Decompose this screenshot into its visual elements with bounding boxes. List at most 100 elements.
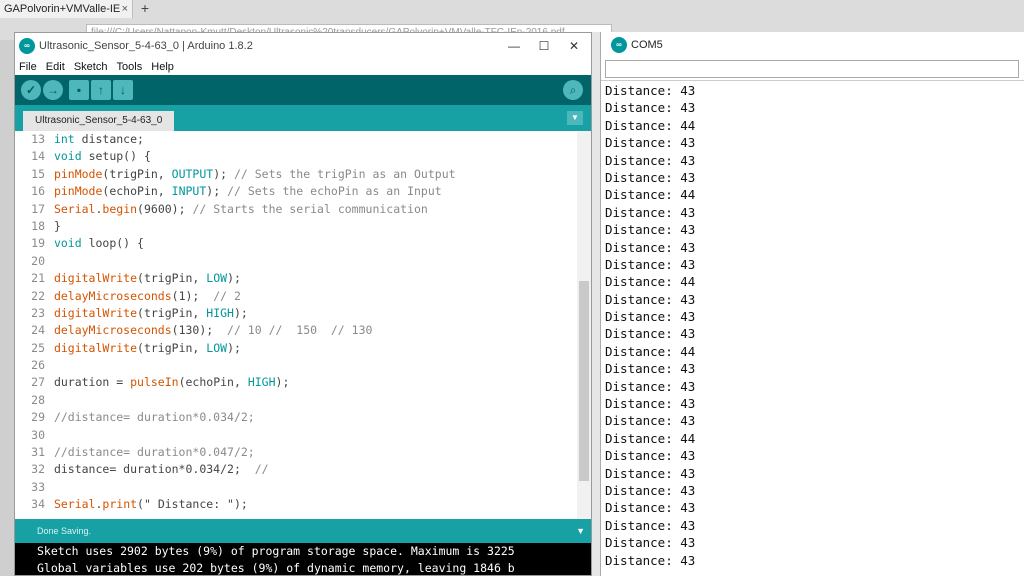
serial-line: Distance: 43 (605, 83, 696, 98)
code-token: // (254, 462, 269, 477)
line-number: 26 (31, 358, 45, 373)
serial-line: Distance: 43 (605, 291, 696, 307)
browser-tab[interactable]: GAPolvorin+VMValle-IE × (0, 0, 133, 18)
menu-tools[interactable]: Tools (117, 59, 143, 75)
code-token: //distance= duration*0.034/2; (53, 410, 255, 425)
code-line[interactable]: 20 (15, 253, 577, 270)
code-token: // Sets the echoPin as an Input (227, 184, 442, 199)
menu-file[interactable]: File (19, 59, 37, 75)
tab-sketch[interactable]: Ultrasonic_Sensor_5-4-63_0 (23, 111, 175, 131)
code-line[interactable]: 27 duration = pulseIn(echoPin, HIGH); (15, 374, 577, 391)
code-token: void (53, 236, 82, 251)
code-line[interactable]: 17 Serial.begin(9600); // Starts the ser… (15, 201, 577, 218)
scrollbar-thumb[interactable] (579, 281, 589, 481)
upload-button[interactable]: → (43, 80, 63, 100)
menu-sketch[interactable]: Sketch (74, 59, 108, 75)
code-token: delayMicroseconds (53, 288, 172, 303)
menu-help[interactable]: Help (151, 59, 174, 75)
serial-monitor-window: ∞ COM5 Distance: 43 Distance: 43 Distance:… (600, 32, 1024, 576)
serial-monitor-button[interactable]: ⌕ (563, 80, 583, 100)
close-icon[interactable]: ✕ (559, 33, 589, 59)
serial-titlebar[interactable]: ∞ COM5 (601, 32, 1024, 58)
code-token: // Sets the trigPin as an Output (233, 166, 456, 181)
code-line[interactable]: 21 digitalWrite(trigPin, LOW); (15, 270, 577, 287)
arduino-ide-window: ∞ Ultrasonic_Sensor_5-4-63_0 | Arduino 1… (14, 32, 592, 576)
code-line[interactable]: 14 void setup() { (15, 148, 577, 165)
toolbar: ✓ → ▪ ↑ ↓ ⌕ (15, 75, 591, 105)
code-token: LOW (206, 271, 228, 286)
status-text: Done Saving. (37, 526, 92, 536)
close-icon[interactable]: × (122, 0, 128, 18)
code-line[interactable]: 19 void loop() { (15, 235, 577, 252)
sketch-tab-bar: Ultrasonic_Sensor_5-4-63_0 ▼ (15, 105, 591, 131)
arduino-titlebar[interactable]: ∞ Ultrasonic_Sensor_5-4-63_0 | Arduino 1… (15, 33, 591, 59)
chevron-down-icon[interactable]: ▼ (567, 111, 583, 125)
code-line[interactable]: 15 pinMode(trigPin, OUTPUT); // Sets the… (15, 166, 577, 183)
line-number: 13 (31, 132, 45, 146)
line-number: 15 (31, 166, 45, 181)
code-line[interactable]: 28 (15, 392, 577, 409)
code-token: ); (206, 184, 228, 199)
code-line[interactable]: 26 (15, 357, 577, 374)
serial-line: Distance: 44 (605, 117, 696, 133)
line-number: 22 (31, 288, 45, 303)
console-line: Global variables use 202 bytes (9%) of d… (37, 561, 515, 575)
code-line[interactable]: 33 (15, 479, 577, 496)
menu-edit[interactable]: Edit (46, 59, 65, 75)
serial-line: Distance: 44 (605, 430, 696, 446)
line-number: 18 (31, 218, 45, 233)
save-button[interactable]: ↓ (113, 80, 133, 100)
line-number: 29 (31, 410, 45, 425)
serial-send-input[interactable] (605, 60, 1019, 78)
code-line[interactable]: 16 pinMode(echoPin, INPUT); // Sets the … (15, 183, 577, 200)
minimize-icon[interactable]: — (499, 33, 529, 59)
line-number: 25 (31, 340, 45, 355)
arduino-logo-icon: ∞ (611, 37, 627, 53)
code-line[interactable]: 29 //distance= duration*0.034/2; (15, 409, 577, 426)
code-token: digitalWrite (53, 271, 138, 286)
code-token: void (53, 149, 82, 164)
code-token: (1); (171, 288, 214, 303)
code-token: (trigPin, (137, 340, 207, 355)
code-line[interactable]: 25 digitalWrite(trigPin, LOW); (15, 340, 577, 357)
code-token: LOW (206, 340, 228, 355)
code-line[interactable]: 30 (15, 427, 577, 444)
line-number: 23 (31, 305, 45, 320)
serial-line: Distance: 43 (605, 378, 696, 394)
code-editor[interactable]: 13 int distance; 14 void setup() {15 pinM… (15, 131, 577, 519)
code-line[interactable]: 22 delayMicroseconds(1); // 2 (15, 288, 577, 305)
code-token: OUTPUT (171, 166, 214, 181)
code-line[interactable]: 31 //distance= duration*0.047/2; (15, 444, 577, 461)
chevron-down-icon[interactable]: ▼ (576, 519, 585, 543)
serial-line: Distance: 43 (605, 135, 696, 151)
code-token: distance= duration*0.034/2; (53, 462, 255, 477)
code-token: begin (102, 201, 138, 216)
code-token: duration = (53, 375, 131, 390)
serial-line: Distance: 43 (605, 239, 696, 255)
serial-line: Distance: 43 (605, 222, 696, 238)
code-token: ); (227, 271, 241, 286)
code-token: HIGH (206, 305, 234, 320)
serial-line: Distance: 44 (605, 187, 696, 203)
serial-line: Distance: 43 (605, 204, 696, 220)
new-sketch-button[interactable]: ▪ (69, 80, 89, 100)
maximize-icon[interactable]: ☐ (529, 33, 559, 59)
code-line[interactable]: 23 digitalWrite(trigPin, HIGH); (15, 305, 577, 322)
code-token: print (102, 497, 138, 512)
code-line[interactable]: 34 Serial.print(" Distance: "); (15, 496, 577, 513)
code-line[interactable]: 18 } (15, 218, 577, 235)
serial-line: Distance: 44 (605, 343, 696, 359)
serial-line: Distance: 43 (605, 256, 696, 272)
editor-scrollbar[interactable] (577, 131, 591, 519)
code-line[interactable]: 13 int distance; (15, 131, 577, 148)
serial-line: Distance: 43 (605, 517, 696, 533)
code-token: // 10 // 150 // 130 (227, 323, 373, 338)
serial-line: Distance: 43 (605, 448, 696, 464)
code-line[interactable]: 32 distance= duration*0.034/2; // (15, 461, 577, 478)
code-line[interactable]: 24 delayMicroseconds(130); // 10 // 150 … (15, 322, 577, 339)
code-token: Serial (53, 497, 96, 512)
browser-tab-title: GAPolvorin+VMValle-IE (4, 3, 121, 15)
new-tab-button[interactable]: + (136, 0, 154, 18)
open-button[interactable]: ↑ (91, 80, 111, 100)
verify-button[interactable]: ✓ (21, 80, 41, 100)
